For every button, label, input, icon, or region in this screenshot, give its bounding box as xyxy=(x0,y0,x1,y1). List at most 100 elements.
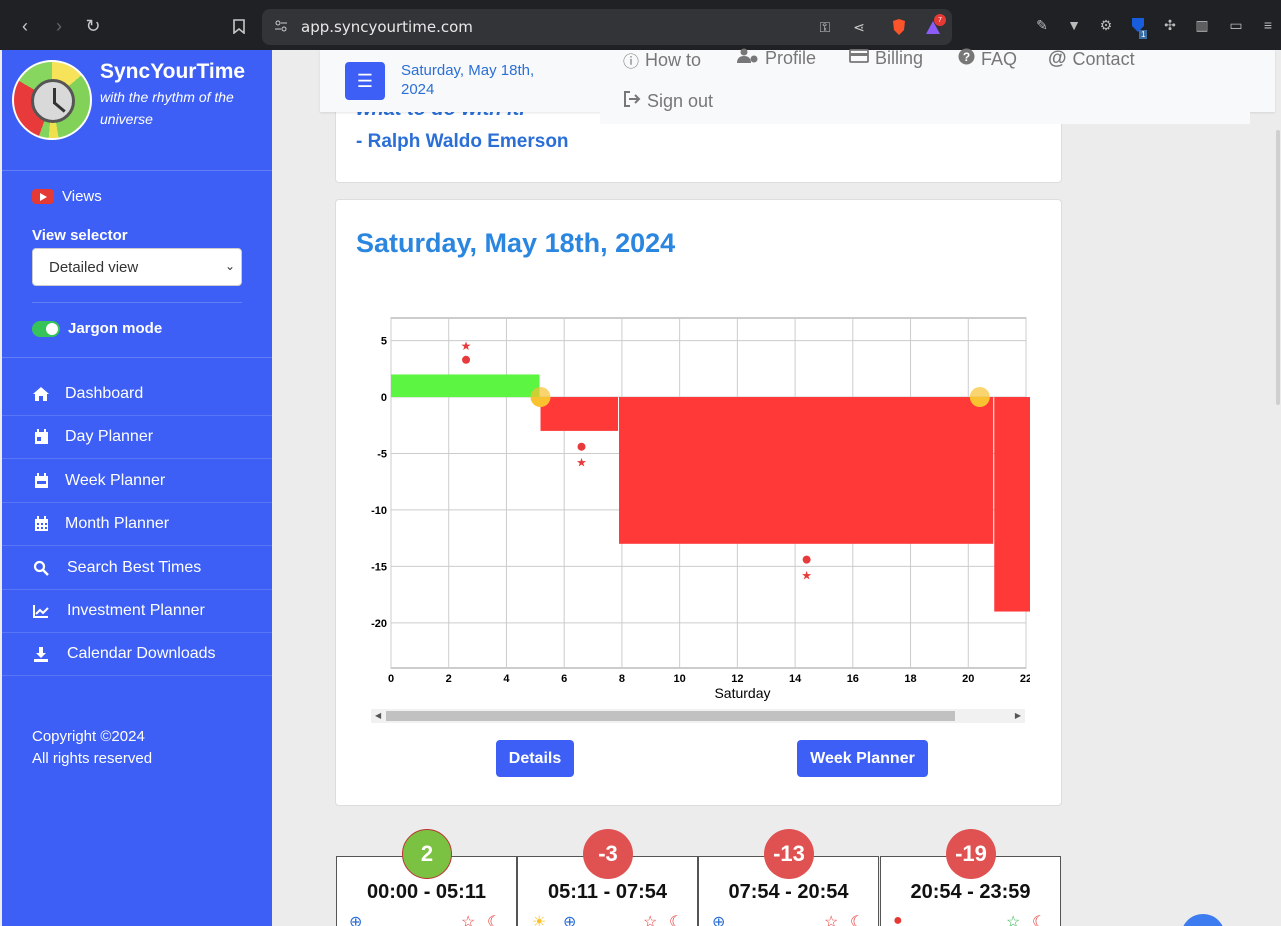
event-dot-marker xyxy=(462,355,471,364)
eyedropper-icon[interactable]: ✎ xyxy=(1033,16,1051,34)
score-bar xyxy=(619,397,994,544)
sidebar-item-label: Investment Planner xyxy=(67,602,205,619)
score-bar xyxy=(994,397,1030,612)
chevron-down-icon: ⌄ xyxy=(224,259,235,273)
brave-shield-icon[interactable] xyxy=(890,18,908,36)
at-icon: @ xyxy=(1048,48,1067,69)
download-icon xyxy=(32,645,50,663)
week-planner-button[interactable]: Week Planner xyxy=(797,740,928,777)
sidebar-item-label: Week Planner xyxy=(65,472,166,489)
period-time-range: 07:54 - 20:54 xyxy=(728,881,849,903)
globe-icon: ⊕ xyxy=(563,914,577,926)
period-score-badge: -3 xyxy=(583,829,633,879)
x-tick-label: 16 xyxy=(847,673,859,685)
divider xyxy=(32,302,242,303)
clock-icon xyxy=(31,79,75,123)
user-cog-icon xyxy=(737,48,759,69)
event-dot-marker xyxy=(577,442,586,451)
nav-faq[interactable]: ? FAQ xyxy=(958,48,1017,70)
sidebar-toggle-icon[interactable]: ▥ xyxy=(1193,16,1211,34)
puzzle-icon[interactable]: ✣ xyxy=(1161,16,1179,34)
nav-sign-out[interactable]: Sign out xyxy=(623,91,713,112)
nav-label: Contact xyxy=(1072,48,1135,69)
sidebar-item-month-planner[interactable]: Month Planner xyxy=(2,503,272,546)
jargon-mode-row: Jargon mode xyxy=(32,320,162,337)
y-tick-label: -15 xyxy=(371,561,387,573)
sign-out-icon xyxy=(623,91,641,112)
moon-icon: ☾ xyxy=(1032,914,1047,926)
score-bar xyxy=(540,397,619,431)
day-chart: ★ ★ ★ 0 2 4 6 8 10 12 14 16 18 20 22 5 0 -5 -10 -15 -20 Satur… xyxy=(350,300,1030,710)
sidebar-item-label: Month Planner xyxy=(65,515,170,532)
period-score-badge: -19 xyxy=(946,829,996,879)
x-tick-label: 14 xyxy=(789,673,802,685)
nav-label: How to xyxy=(645,49,702,70)
bookmark-icon[interactable] xyxy=(228,15,250,37)
extension-counter: 1 xyxy=(1139,30,1148,39)
top-navbar: ☰ Saturday, May 18th, 2024 ⓘ How to Prof… xyxy=(320,48,1275,112)
nav-label: Sign out xyxy=(647,91,714,111)
logo[interactable] xyxy=(12,60,92,140)
page-scrollbar-thumb[interactable] xyxy=(1276,130,1280,405)
nav-how-to[interactable]: ⓘ How to xyxy=(623,48,701,72)
reload-icon[interactable]: ↻ xyxy=(82,15,104,37)
x-tick-label: 18 xyxy=(904,673,916,685)
menu-icon[interactable]: ≡ xyxy=(1259,16,1277,34)
back-icon[interactable]: ‹ xyxy=(14,15,36,37)
nav-billing[interactable]: Billing xyxy=(849,48,923,69)
star-icon: ☆ xyxy=(824,914,839,926)
period-score-badge: -13 xyxy=(764,829,814,879)
calendar-month-icon xyxy=(32,515,50,533)
browser-toolbar: ‹ › ↻ app.syncyourtime.com ⚿ ⋖ 7 ✎ ▼ ⚙ 1… xyxy=(0,0,1281,50)
hamburger-menu-button[interactable]: ☰ xyxy=(345,62,385,100)
globe-icon: ⊕ xyxy=(349,914,363,926)
nav-label: FAQ xyxy=(981,48,1018,69)
event-star-marker: ★ xyxy=(576,456,587,470)
sidebar-item-calendar-downloads[interactable]: Calendar Downloads xyxy=(2,633,272,676)
vpn-icon[interactable]: ▼ xyxy=(1065,16,1083,34)
sidebar-item-day-planner[interactable]: Day Planner xyxy=(2,416,272,459)
details-button[interactable]: Details xyxy=(496,740,574,777)
view-selector-label: View selector xyxy=(32,227,128,244)
scrollbar-thumb[interactable] xyxy=(386,711,955,721)
jargon-mode-label: Jargon mode xyxy=(68,320,163,337)
sidebar-item-label: Calendar Downloads xyxy=(67,645,216,662)
svg-text:?: ? xyxy=(963,50,970,64)
jargon-mode-toggle[interactable] xyxy=(32,320,60,337)
gear-icon[interactable]: ⚙ xyxy=(1097,16,1115,34)
sidebar-item-week-planner[interactable]: Week Planner xyxy=(2,460,272,503)
day-title: Saturday, May 18th, 2024 xyxy=(356,228,676,258)
brand-title[interactable]: SyncYourTime xyxy=(100,60,245,84)
chart-scrollbar[interactable]: ◀ ▶ xyxy=(371,709,1025,723)
nav-label: Billing xyxy=(875,48,924,68)
address-bar[interactable]: app.syncyourtime.com ⚿ ⋖ 7 xyxy=(262,9,952,45)
x-tick-label: 12 xyxy=(731,673,743,685)
floating-action-button[interactable] xyxy=(1181,914,1225,926)
x-tick-label: 8 xyxy=(619,673,625,685)
share-icon[interactable]: ⋖ xyxy=(850,18,868,36)
home-icon xyxy=(32,385,50,403)
view-selector-value: Detailed view xyxy=(49,258,139,276)
calendar-day-icon xyxy=(32,428,50,446)
forward-icon[interactable]: › xyxy=(48,15,70,37)
score-bar xyxy=(391,374,540,398)
copyright: Copyright ©2024 All rights reserved xyxy=(32,726,152,770)
views-heading: Views xyxy=(32,188,102,205)
period-time-range: 05:11 - 07:54 xyxy=(548,881,667,903)
scroll-left-icon[interactable]: ◀ xyxy=(375,711,381,720)
sidebar-item-investment-planner[interactable]: Investment Planner xyxy=(2,590,272,633)
info-icon: ⓘ xyxy=(623,54,640,71)
sidebar-item-dashboard[interactable]: Dashboard xyxy=(2,373,272,416)
key-icon[interactable]: ⚿ xyxy=(816,18,834,36)
view-selector[interactable]: Detailed view ⌄ xyxy=(32,248,242,286)
site-settings-icon[interactable] xyxy=(274,19,288,33)
wallet-icon[interactable]: ▭ xyxy=(1227,16,1245,34)
nav-profile[interactable]: Profile xyxy=(737,48,816,69)
scroll-right-icon[interactable]: ▶ xyxy=(1015,711,1021,720)
sidebar-item-search-best-times[interactable]: Search Best Times xyxy=(2,547,272,590)
question-icon: ? xyxy=(958,48,975,70)
x-tick-label: 6 xyxy=(561,673,567,685)
quote-author: - Ralph Waldo Emerson xyxy=(356,131,569,152)
nav-contact[interactable]: @ Contact xyxy=(1048,48,1135,70)
views-label: Views xyxy=(62,188,102,205)
